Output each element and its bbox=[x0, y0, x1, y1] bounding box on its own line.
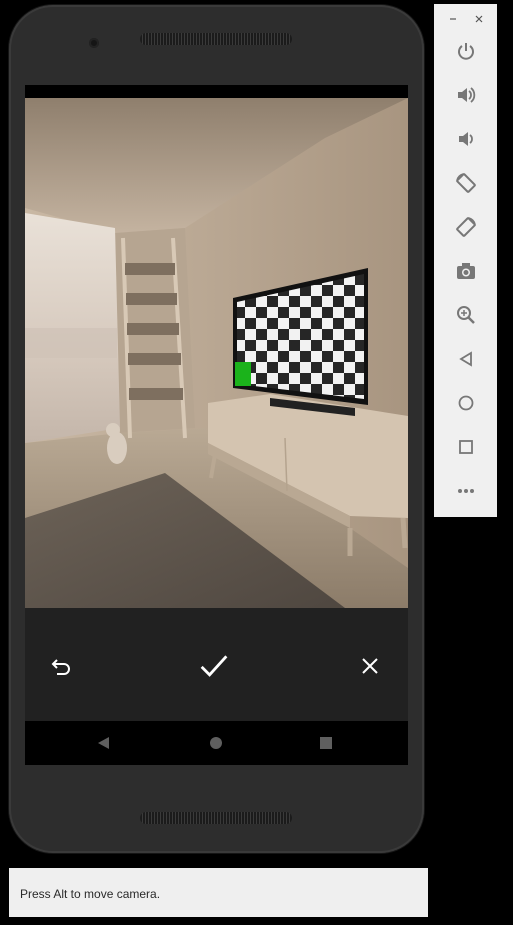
android-navigation-bar bbox=[25, 721, 408, 765]
overview-icon[interactable] bbox=[453, 434, 479, 460]
status-hint-text: Press Alt to move camera. bbox=[20, 887, 161, 901]
minimize-icon[interactable] bbox=[446, 12, 460, 26]
recents-icon[interactable] bbox=[315, 732, 337, 754]
volume-up-icon[interactable] bbox=[453, 82, 479, 108]
power-icon[interactable] bbox=[453, 38, 479, 64]
close-icon[interactable] bbox=[472, 12, 486, 26]
room-scene-image bbox=[25, 98, 408, 608]
accept-check-icon[interactable] bbox=[199, 651, 229, 681]
review-action-bar bbox=[25, 608, 408, 721]
retake-icon[interactable] bbox=[46, 651, 76, 681]
zoom-icon[interactable] bbox=[453, 302, 479, 328]
emulator-toolbar bbox=[434, 4, 497, 517]
back-icon[interactable] bbox=[93, 732, 115, 754]
more-icon[interactable] bbox=[453, 478, 479, 504]
home-icon[interactable] bbox=[453, 390, 479, 416]
volume-down-icon[interactable] bbox=[453, 126, 479, 152]
emulator-status-bar: Press Alt to move camera. bbox=[9, 868, 428, 917]
screenshot-camera-icon[interactable] bbox=[453, 258, 479, 284]
top-speaker-grille bbox=[140, 33, 292, 45]
captured-photo-preview bbox=[25, 98, 408, 608]
back-icon[interactable] bbox=[453, 346, 479, 372]
bottom-speaker-grille bbox=[140, 812, 292, 824]
front-camera bbox=[89, 38, 99, 48]
green-marker bbox=[235, 362, 251, 386]
cancel-close-icon[interactable] bbox=[355, 651, 385, 681]
phone-screen bbox=[25, 85, 408, 765]
rotate-left-icon[interactable] bbox=[453, 170, 479, 196]
home-icon[interactable] bbox=[205, 732, 227, 754]
phone-frame bbox=[9, 5, 424, 853]
rotate-right-icon[interactable] bbox=[453, 214, 479, 240]
